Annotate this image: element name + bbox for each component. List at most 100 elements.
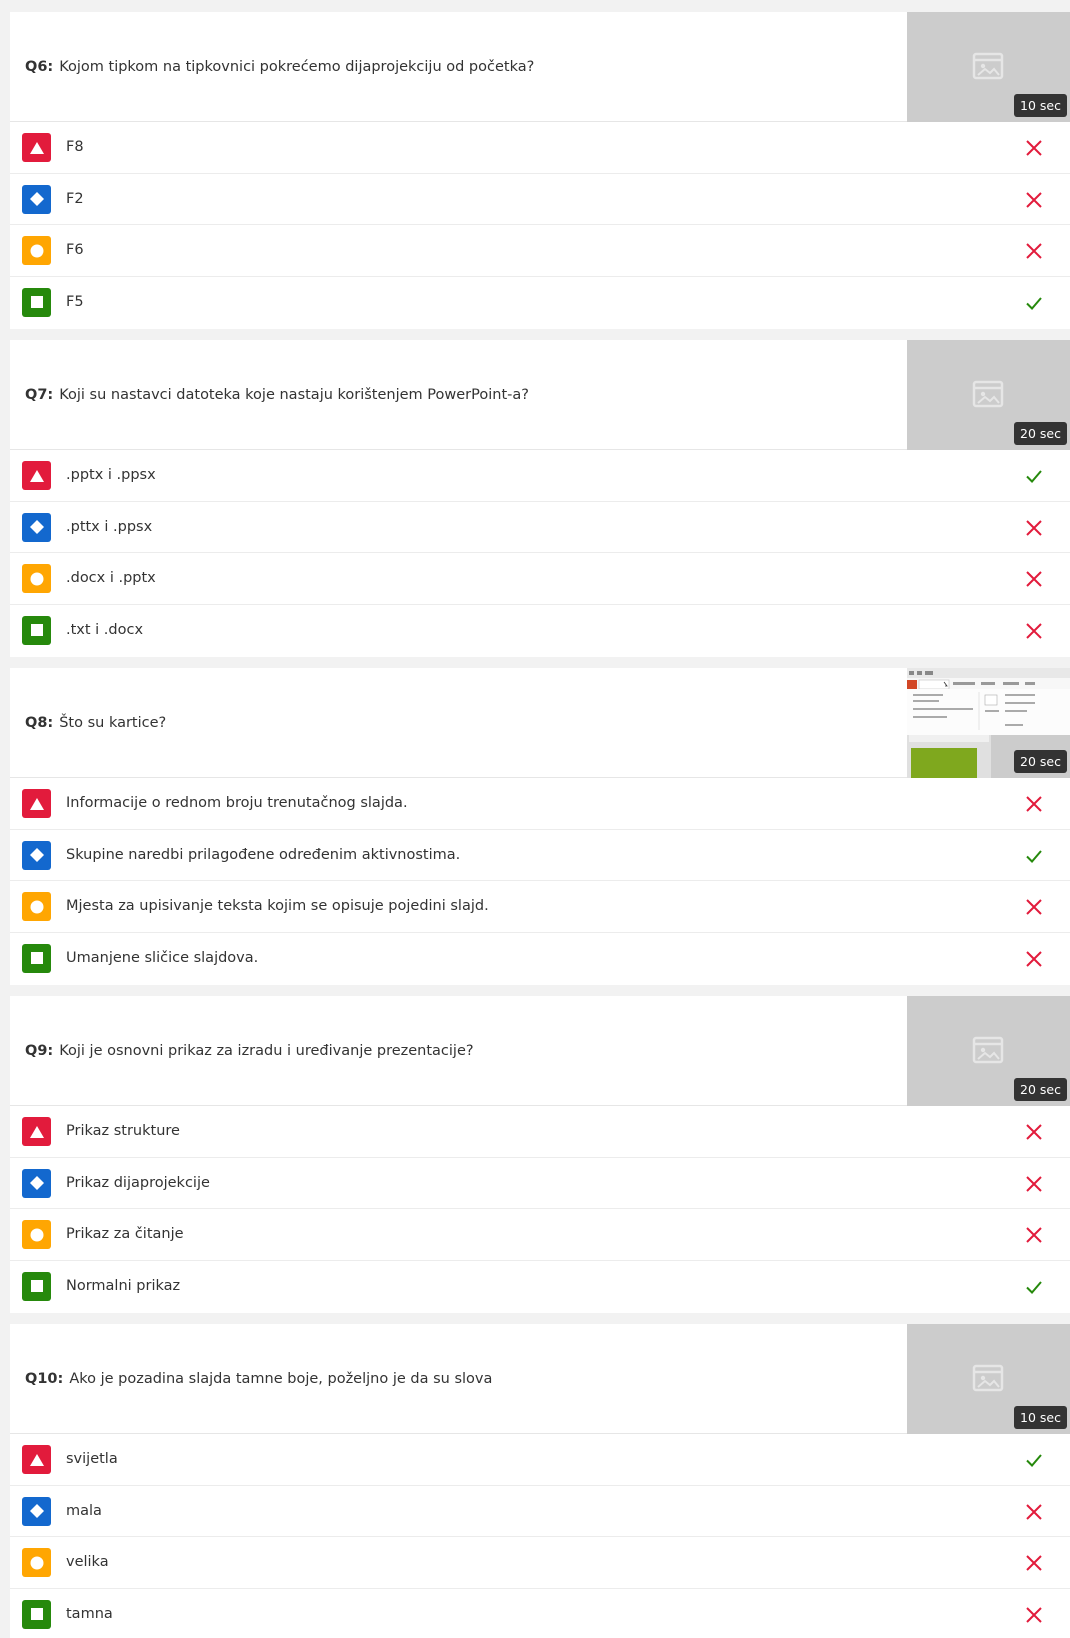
answer-text: svijetla bbox=[66, 1451, 118, 1468]
question-card[interactable]: Q8: Što su kartice? 20 sec Informacije o… bbox=[10, 668, 1070, 985]
wrong-x-icon bbox=[1026, 796, 1042, 812]
question-media[interactable]: 20 sec bbox=[907, 340, 1070, 450]
diamond-shape-icon bbox=[22, 512, 51, 542]
answer-text: F6 bbox=[66, 242, 84, 259]
question-header: Q8: Što su kartice? 20 sec bbox=[10, 668, 1070, 778]
answer-text: F8 bbox=[66, 139, 84, 156]
question-number: Q8: bbox=[25, 715, 54, 731]
question-media[interactable]: 10 sec bbox=[907, 12, 1070, 122]
time-limit-badge: 10 sec bbox=[1014, 1406, 1067, 1429]
answer-text: Normalni prikaz bbox=[66, 1278, 181, 1295]
wrong-x-icon bbox=[1026, 243, 1042, 259]
correct-check-icon bbox=[1026, 1280, 1042, 1294]
quiz-question-list: Q6: Kojom tipkom na tipkovnici pokrećemo… bbox=[0, 0, 1070, 1638]
answer-row[interactable]: svijetla bbox=[10, 1434, 1070, 1486]
answer-row[interactable]: F5 bbox=[10, 277, 1070, 329]
answer-row[interactable]: Skupine naredbi prilagođene određenim ak… bbox=[10, 830, 1070, 881]
question-card[interactable]: Q10: Ako je pozadina slajda tamne boje, … bbox=[10, 1324, 1070, 1638]
answer-text: Informacije o rednom broju trenutačnog s… bbox=[66, 795, 408, 812]
answer-text: F2 bbox=[66, 190, 84, 207]
answer-row[interactable]: mala bbox=[10, 1486, 1070, 1537]
triangle-shape-icon bbox=[22, 1117, 51, 1146]
answer-list: Prikaz strukture Prikaz dijaprojekcije P… bbox=[10, 1106, 1070, 1312]
answer-text: Prikaz dijaprojekcije bbox=[66, 1174, 210, 1191]
time-limit-badge: 20 sec bbox=[1014, 1078, 1067, 1101]
answer-text: .docx i .pptx bbox=[66, 570, 156, 587]
question-number: Q10: bbox=[25, 1371, 64, 1387]
question-number: Q6: bbox=[25, 59, 54, 75]
wrong-x-icon bbox=[1026, 899, 1042, 915]
square-shape-icon bbox=[22, 287, 51, 317]
image-placeholder-icon bbox=[972, 1036, 1004, 1064]
answer-list: Informacije o rednom broju trenutačnog s… bbox=[10, 778, 1070, 984]
answer-list: svijetla mala velika tamna bbox=[10, 1434, 1070, 1638]
answer-row[interactable]: Prikaz strukture bbox=[10, 1106, 1070, 1158]
answer-row[interactable]: Umanjene sličice slajdova. bbox=[10, 933, 1070, 985]
wrong-x-icon bbox=[1026, 1503, 1042, 1520]
question-text: Q9: Koji je osnovni prikaz za izradu i u… bbox=[25, 996, 885, 1106]
triangle-shape-icon bbox=[22, 1445, 51, 1474]
diamond-shape-icon bbox=[22, 840, 51, 870]
question-media[interactable]: 20 sec bbox=[907, 668, 1070, 778]
triangle-shape-icon bbox=[22, 789, 51, 818]
triangle-shape-icon bbox=[22, 133, 51, 162]
answer-row[interactable]: F8 bbox=[10, 122, 1070, 174]
question-text: Q6: Kojom tipkom na tipkovnici pokrećemo… bbox=[25, 12, 885, 122]
question-media[interactable]: 10 sec bbox=[907, 1324, 1070, 1434]
question-label: Kojom tipkom na tipkovnici pokrećemo dij… bbox=[59, 59, 535, 75]
answer-row[interactable]: .docx i .pptx bbox=[10, 553, 1070, 605]
answer-row[interactable]: F6 bbox=[10, 225, 1070, 277]
answer-text: Mjesta za upisivanje teksta kojim se opi… bbox=[66, 898, 489, 915]
question-media[interactable]: 20 sec bbox=[907, 996, 1070, 1106]
wrong-x-icon bbox=[1026, 191, 1042, 208]
question-card[interactable]: Q7: Koji su nastavci datoteka koje nasta… bbox=[10, 340, 1070, 657]
answer-row[interactable]: F2 bbox=[10, 174, 1070, 225]
answer-text: F5 bbox=[66, 294, 84, 311]
circle-shape-icon bbox=[22, 1548, 51, 1577]
answer-row[interactable]: Normalni prikaz bbox=[10, 1261, 1070, 1313]
question-header: Q9: Koji je osnovni prikaz za izradu i u… bbox=[10, 996, 1070, 1106]
square-shape-icon bbox=[22, 1599, 51, 1629]
question-number: Q9: bbox=[25, 1043, 54, 1059]
answer-row[interactable]: .pptx i .ppsx bbox=[10, 450, 1070, 502]
answer-text: .pptx i .ppsx bbox=[66, 467, 156, 484]
answer-text: tamna bbox=[66, 1606, 113, 1623]
answer-row[interactable]: Prikaz za čitanje bbox=[10, 1209, 1070, 1261]
answer-text: velika bbox=[66, 1554, 109, 1571]
circle-shape-icon bbox=[22, 236, 51, 265]
question-header: Q6: Kojom tipkom na tipkovnici pokrećemo… bbox=[10, 12, 1070, 122]
answer-text: .pttx i .ppsx bbox=[66, 518, 153, 535]
answer-text: .txt i .docx bbox=[66, 622, 144, 639]
circle-shape-icon bbox=[22, 564, 51, 593]
wrong-x-icon bbox=[1026, 140, 1042, 156]
answer-row[interactable]: Mjesta za upisivanje teksta kojim se opi… bbox=[10, 881, 1070, 933]
wrong-x-icon bbox=[1026, 1175, 1042, 1192]
correct-check-icon bbox=[1026, 1454, 1042, 1467]
time-limit-badge: 20 sec bbox=[1014, 422, 1067, 445]
question-card[interactable]: Q6: Kojom tipkom na tipkovnici pokrećemo… bbox=[10, 12, 1070, 329]
question-label: Što su kartice? bbox=[59, 715, 167, 731]
answer-text: Skupine naredbi prilagođene određenim ak… bbox=[66, 846, 461, 863]
answer-row[interactable]: velika bbox=[10, 1537, 1070, 1589]
answer-text: Prikaz strukture bbox=[66, 1123, 180, 1140]
answer-row[interactable]: tamna bbox=[10, 1589, 1070, 1638]
wrong-x-icon bbox=[1026, 519, 1042, 536]
question-card[interactable]: Q9: Koji je osnovni prikaz za izradu i u… bbox=[10, 996, 1070, 1313]
question-header: Q10: Ako je pozadina slajda tamne boje, … bbox=[10, 1324, 1070, 1434]
wrong-x-icon bbox=[1026, 1124, 1042, 1140]
answer-row[interactable]: Prikaz dijaprojekcije bbox=[10, 1158, 1070, 1209]
image-placeholder-icon bbox=[972, 52, 1004, 80]
answer-list: .pptx i .ppsx .pttx i .ppsx .docx i .ppt… bbox=[10, 450, 1070, 656]
image-placeholder-icon bbox=[972, 380, 1004, 408]
wrong-x-icon bbox=[1026, 1227, 1042, 1243]
question-number: Q7: bbox=[25, 387, 54, 403]
square-shape-icon bbox=[22, 1271, 51, 1301]
square-shape-icon bbox=[22, 943, 51, 973]
question-label: Koji su nastavci datoteka koje nastaju k… bbox=[59, 387, 529, 403]
answer-text: Prikaz za čitanje bbox=[66, 1226, 184, 1243]
wrong-x-icon bbox=[1026, 571, 1042, 587]
answer-row[interactable]: Informacije o rednom broju trenutačnog s… bbox=[10, 778, 1070, 830]
question-label: Ako je pozadina slajda tamne boje, požel… bbox=[69, 1371, 493, 1387]
answer-row[interactable]: .txt i .docx bbox=[10, 605, 1070, 657]
answer-row[interactable]: .pttx i .ppsx bbox=[10, 502, 1070, 553]
